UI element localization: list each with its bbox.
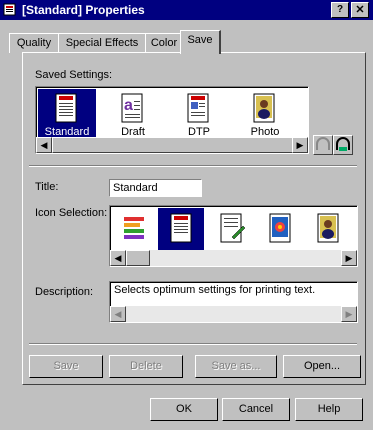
portrait-doc-icon xyxy=(317,213,339,243)
tab-quality[interactable]: Quality xyxy=(9,33,59,53)
scroll-right-icon[interactable]: ▶ xyxy=(292,137,308,153)
description-scrollbar[interactable]: ◀ ▶ xyxy=(110,306,357,322)
title-label: Title: xyxy=(35,181,59,193)
scroll-left-icon[interactable]: ◀ xyxy=(110,250,126,266)
saved-setting-dtp[interactable]: DTP xyxy=(170,89,228,139)
icon-selection-label: Icon Selection: xyxy=(35,207,108,219)
printer-properties-icon xyxy=(3,3,16,16)
scroll-thumb[interactable] xyxy=(52,137,294,153)
cancel-button[interactable]: Cancel xyxy=(222,398,290,421)
saved-settings-scrollbar[interactable]: ◀ ▶ xyxy=(36,137,308,153)
delete-button[interactable]: Delete xyxy=(109,355,183,378)
icon-option-rainbow[interactable] xyxy=(112,208,156,250)
flower-doc-icon xyxy=(269,213,291,243)
standard-doc-icon xyxy=(55,93,77,123)
saved-setting-standard[interactable]: Standard xyxy=(38,89,96,139)
tab-color[interactable]: Color xyxy=(145,33,183,53)
scroll-left-icon[interactable]: ◀ xyxy=(36,137,52,153)
printer-status-icon[interactable] xyxy=(333,135,353,155)
title-bar: [Standard] Properties ? ✕ xyxy=(0,0,373,20)
standard-doc-icon xyxy=(170,213,192,243)
saved-setting-photo[interactable]: Photo xyxy=(236,89,294,139)
print-preview-icon[interactable] xyxy=(313,135,333,155)
save-as-button[interactable]: Save as... xyxy=(195,355,277,378)
rainbow-e-icon xyxy=(124,217,144,239)
icon-option-portrait[interactable] xyxy=(306,208,350,250)
icon-selection-list[interactable]: ◀ ▶ xyxy=(109,205,358,267)
help-button[interactable]: Help xyxy=(295,398,363,421)
save-button[interactable]: Save xyxy=(29,355,103,378)
scroll-right-icon[interactable]: ▶ xyxy=(341,306,357,322)
saved-settings-label: Saved Settings: xyxy=(35,69,113,81)
help-title-button[interactable]: ? xyxy=(331,2,349,18)
icon-selection-scrollbar[interactable]: ◀ ▶ xyxy=(110,250,357,266)
description-text: Selects optimum settings for printing te… xyxy=(114,284,316,296)
icon-option-pen[interactable] xyxy=(210,208,254,250)
icon-option-standard[interactable] xyxy=(158,208,204,250)
draft-doc-icon: a xyxy=(121,93,143,123)
saved-setting-draft[interactable]: a Draft xyxy=(104,89,162,139)
scroll-thumb[interactable] xyxy=(126,250,150,266)
svg-text:a: a xyxy=(124,97,133,114)
scroll-left-icon[interactable]: ◀ xyxy=(110,306,126,322)
pen-doc-icon xyxy=(220,213,246,243)
description-box[interactable]: Selects optimum settings for printing te… xyxy=(109,281,358,323)
window-title: [Standard] Properties xyxy=(22,3,145,17)
close-button[interactable]: ✕ xyxy=(351,2,369,18)
saved-settings-list[interactable]: Standard a Draft DTP Photo ◀ ▶ xyxy=(35,86,309,154)
save-tab-panel: Saved Settings: Standard a Draft DTP Pho… xyxy=(22,52,366,385)
description-label: Description: xyxy=(35,286,94,298)
tab-save[interactable]: Save xyxy=(180,30,221,54)
ok-button[interactable]: OK xyxy=(150,398,218,421)
dtp-doc-icon xyxy=(187,93,209,123)
open-button[interactable]: Open... xyxy=(283,355,361,378)
photo-doc-icon xyxy=(253,93,275,123)
scroll-right-icon[interactable]: ▶ xyxy=(341,250,357,266)
tab-special-effects[interactable]: Special Effects xyxy=(58,33,146,53)
section-divider xyxy=(29,165,357,167)
section-divider xyxy=(29,343,357,345)
title-input[interactable]: Standard xyxy=(109,179,202,197)
icon-option-flower[interactable] xyxy=(258,208,302,250)
